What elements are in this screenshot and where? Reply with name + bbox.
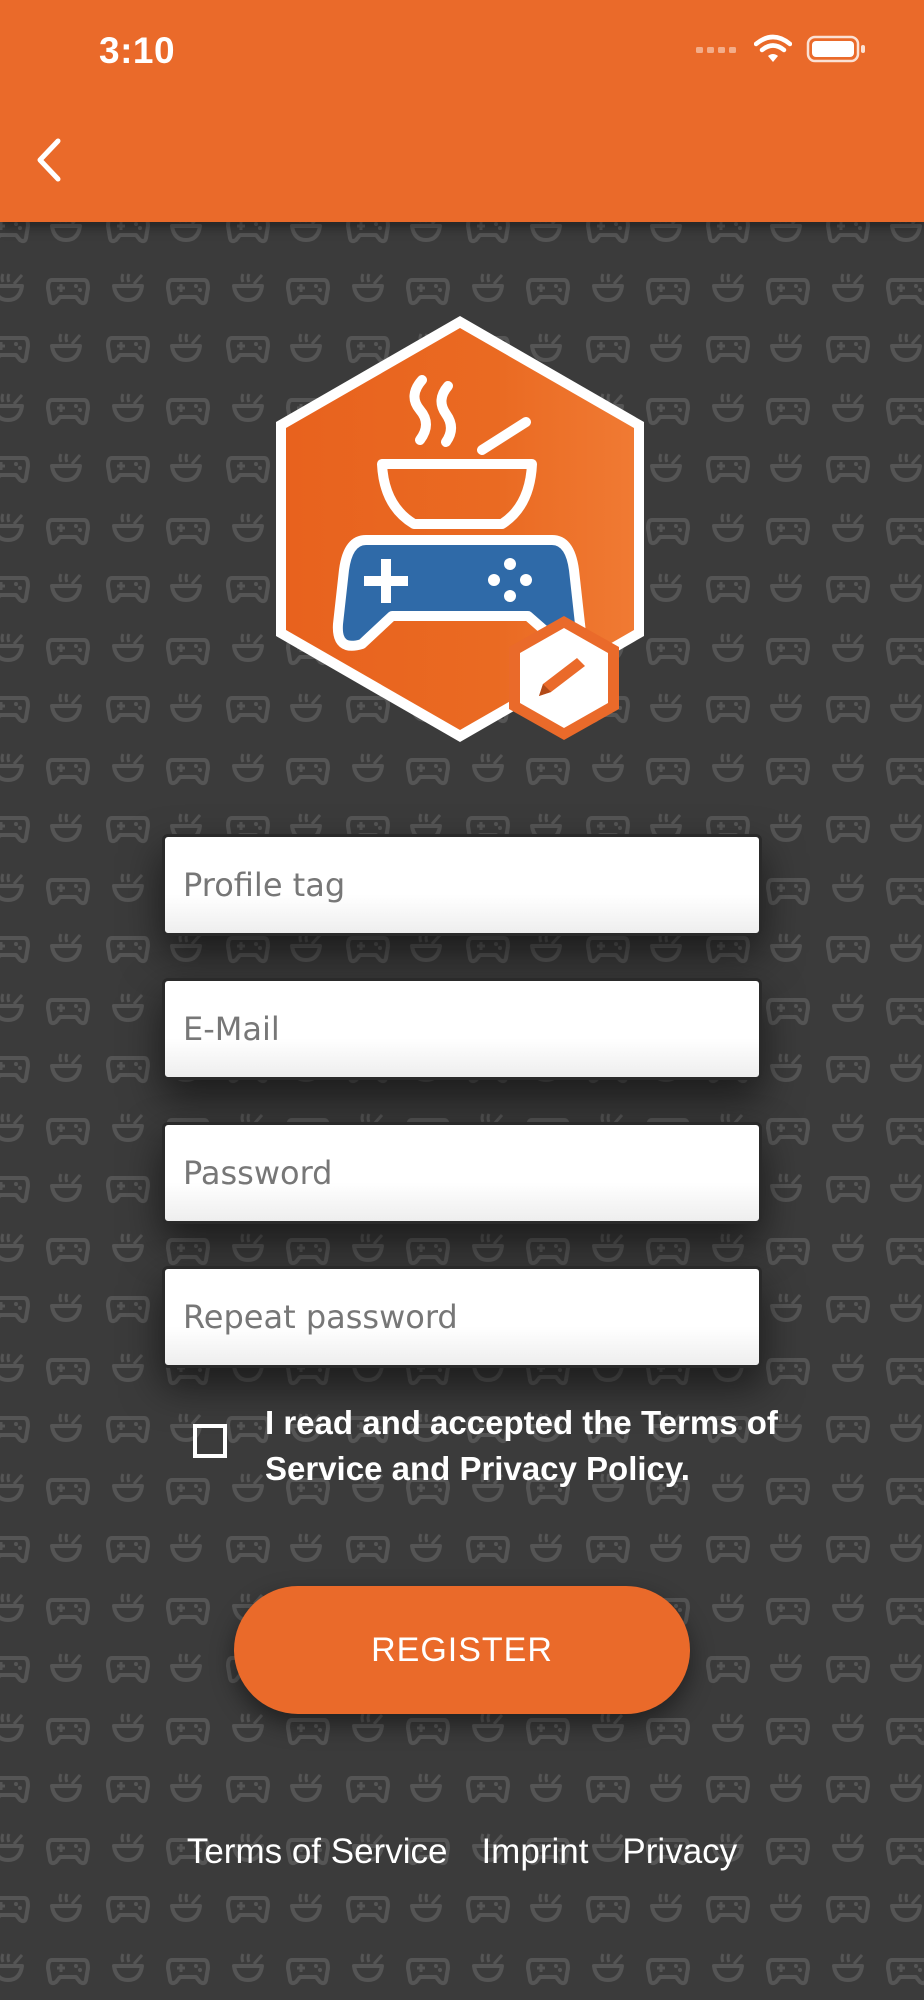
- terms-row: I read and accepted the Terms of Service…: [190, 1400, 790, 1500]
- repeat-password-field[interactable]: [162, 1266, 762, 1368]
- privacy-link[interactable]: Privacy: [622, 1832, 737, 1872]
- profile-tag-input[interactable]: [165, 837, 759, 933]
- profile-tag-field[interactable]: [162, 834, 762, 936]
- app-header: 3:10: [0, 0, 924, 222]
- chevron-left-icon: [37, 138, 61, 182]
- footer-links: Terms of Service Imprint Privacy: [0, 1832, 924, 1872]
- signal-icon: [696, 47, 736, 53]
- imprint-link[interactable]: Imprint: [481, 1832, 588, 1872]
- terms-checkbox[interactable]: [193, 1424, 227, 1458]
- terms-label: I read and accepted the Terms of Service…: [265, 1404, 778, 1487]
- password-field[interactable]: [162, 1122, 762, 1224]
- status-time: 3:10: [99, 30, 176, 71]
- repeat-password-input[interactable]: [165, 1269, 759, 1365]
- email-input[interactable]: [165, 981, 759, 1077]
- terms-of-service-link[interactable]: Terms of Service: [187, 1832, 448, 1872]
- email-field[interactable]: [162, 978, 762, 1080]
- battery-icon: [806, 35, 865, 63]
- register-button[interactable]: REGISTER: [234, 1586, 690, 1714]
- password-input[interactable]: [165, 1125, 759, 1221]
- back-button[interactable]: [24, 130, 74, 190]
- status-icons: [696, 34, 866, 64]
- wifi-icon: [754, 34, 792, 62]
- edit-avatar-button[interactable]: [505, 612, 623, 744]
